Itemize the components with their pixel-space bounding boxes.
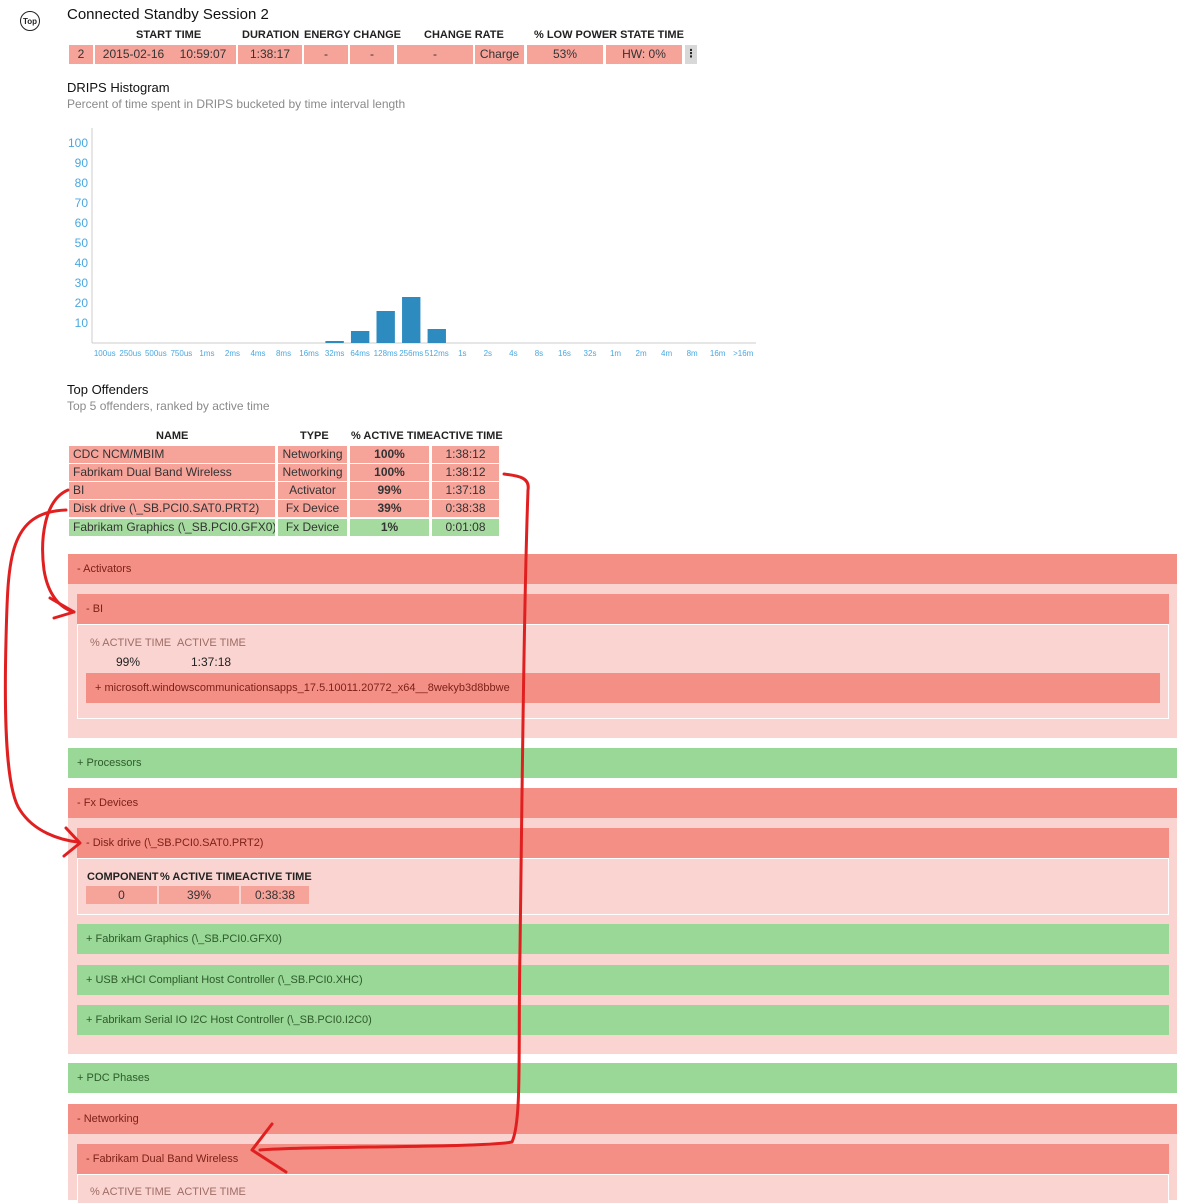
arrow-bi [41,488,76,614]
annotation-arrows [3,472,530,1174]
arrow-wireless [258,472,530,1152]
arrow-bi-head [48,596,76,620]
